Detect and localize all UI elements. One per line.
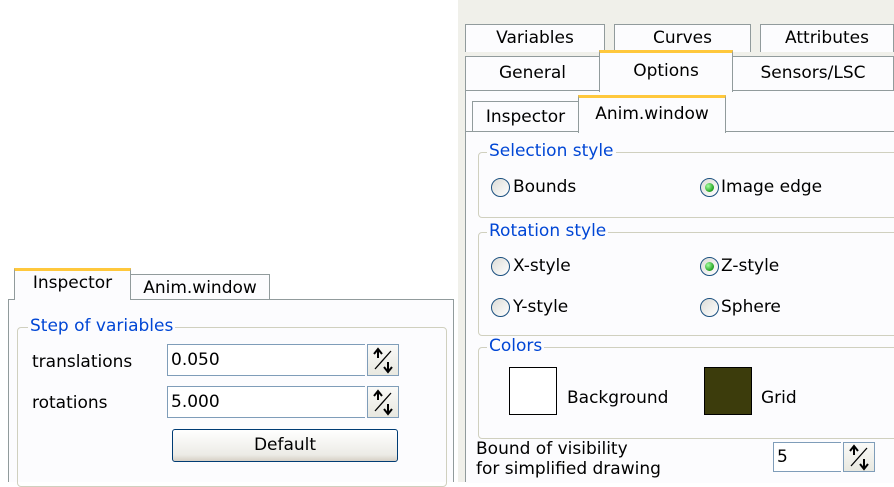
spin-arrows-icon [849, 444, 869, 471]
default-button[interactable]: Default [172, 429, 398, 462]
tab-variables[interactable]: Variables [465, 24, 605, 52]
sphere-label: Sphere [721, 297, 781, 317]
image-edge-label: Image edge [721, 177, 823, 197]
translations-input[interactable]: 0.050 [167, 344, 365, 376]
rotation-style-group: Rotation style X-style Z-style Y-style S… [478, 221, 894, 336]
sphere-radio[interactable] [700, 298, 719, 317]
subtab-inspector[interactable]: Inspector [472, 101, 579, 131]
translations-label: translations [32, 352, 133, 372]
step-of-variables-group: Step of variables translations 0.050 rot… [17, 316, 447, 487]
left-options-panel: Inspector Anim.window Step of variables … [8, 268, 454, 487]
tab-curves[interactable]: Curves [614, 24, 751, 52]
bound-of-visibility-input[interactable]: 5 [773, 442, 841, 472]
right-options-panel: Variables Curves Attributes General Opti… [458, 0, 894, 483]
z-style-radio[interactable] [700, 257, 719, 276]
translations-spinner[interactable] [367, 344, 399, 376]
x-style-label: X-style [513, 256, 571, 276]
tab-inspector[interactable]: Inspector [14, 268, 131, 300]
grid-color-swatch[interactable] [704, 367, 752, 415]
rotations-input[interactable]: 5.000 [167, 386, 365, 418]
bound-of-visibility-spinner[interactable] [843, 442, 875, 472]
tab-general[interactable]: General [465, 56, 600, 90]
selection-style-group: Selection style Bounds Image edge [478, 141, 894, 218]
y-style-label: Y-style [513, 297, 569, 317]
background-label: Background [567, 388, 669, 408]
tab-page: Step of variables translations 0.050 rot… [8, 299, 454, 487]
rotation-style-title: Rotation style [487, 221, 609, 241]
background-color-swatch[interactable] [509, 367, 557, 415]
subtab-anim-window[interactable]: Anim.window [578, 95, 726, 133]
tab-attributes[interactable]: Attributes [760, 24, 894, 52]
rotations-spinner[interactable] [367, 386, 399, 418]
image-edge-radio[interactable] [700, 178, 719, 197]
y-style-radio[interactable] [491, 298, 510, 317]
spin-arrows-icon [373, 389, 393, 416]
anim-window-page: Selection style Bounds Image edge Rotati… [466, 131, 894, 483]
simplified-drawing-label: for simplified drawing [476, 459, 661, 479]
grid-label: Grid [761, 388, 797, 408]
selection-style-title: Selection style [487, 141, 616, 161]
rotations-label: rotations [32, 393, 108, 413]
step-of-variables-title: Step of variables [28, 316, 176, 336]
x-style-radio[interactable] [491, 257, 510, 276]
spin-arrows-icon [373, 347, 393, 374]
tab-sensors-lsc[interactable]: Sensors/LSC [732, 56, 894, 90]
tab-options[interactable]: Options [599, 50, 733, 92]
bounds-radio[interactable] [491, 178, 510, 197]
bound-of-visibility-label: Bound of visibility [476, 439, 628, 459]
tab-anim-window[interactable]: Anim.window [130, 274, 270, 300]
colors-group: Colors Background Grid [478, 336, 894, 439]
z-style-label: Z-style [721, 256, 780, 276]
colors-title: Colors [487, 336, 545, 356]
options-page: Inspector Anim.window Selection style Bo… [465, 90, 894, 483]
bounds-label: Bounds [513, 177, 577, 197]
